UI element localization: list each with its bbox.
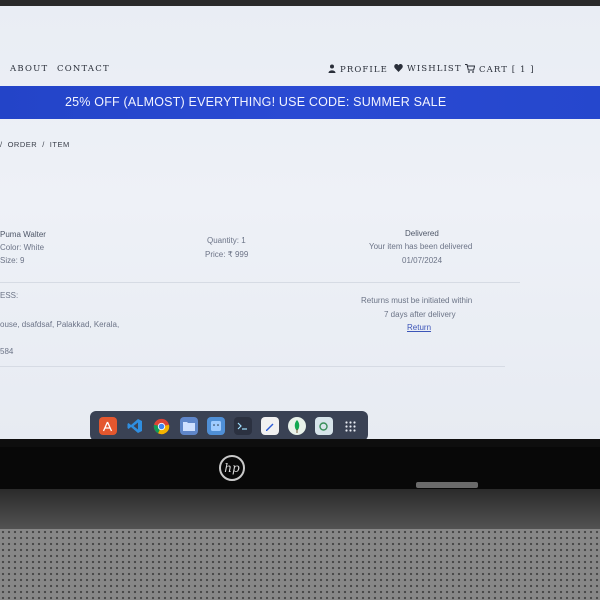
nav-cart-link[interactable]: CART [ 1 ] (465, 64, 535, 75)
screen-bottom-edge (0, 439, 600, 447)
return-link[interactable]: Return (407, 323, 431, 332)
breadcrumb-item: ITEM (49, 140, 70, 149)
chrome-icon[interactable] (153, 417, 171, 435)
breadcrumb: / ORDER / ITEM (0, 140, 70, 149)
user-icon (328, 64, 336, 75)
item-size: Size: 9 (0, 256, 25, 265)
return-policy-line1: Returns must be initiated within (361, 296, 473, 305)
finder-icon[interactable] (206, 417, 225, 435)
address-text: ouse, dsafdsaf, Palakkad, Kerala, (0, 320, 120, 329)
files-icon[interactable] (179, 417, 198, 435)
speaker-grille (0, 529, 600, 600)
heart-icon (394, 64, 403, 74)
delivered-date: 01/07/2024 (402, 256, 443, 265)
return-policy-line2: 7 days after delivery (384, 310, 456, 319)
item-name: Puma Walter (0, 230, 46, 239)
terminal-icon[interactable] (233, 417, 252, 435)
nav-wishlist-link[interactable]: WISHLIST (394, 64, 462, 74)
address-pin: 584 (0, 347, 14, 356)
promo-banner: 25% OFF (ALMOST) EVERYTHING! USE CODE: S… (0, 86, 600, 119)
app-store-icon[interactable] (98, 417, 117, 435)
section-divider (0, 282, 520, 283)
cart-icon (465, 64, 476, 75)
laptop-deck (0, 489, 600, 529)
nav-profile-label: PROFILE (340, 64, 388, 75)
section-divider (0, 366, 505, 367)
recycle-icon[interactable] (314, 417, 333, 435)
nav-cart-label: CART [ 1 ] (479, 64, 535, 75)
vscode-icon[interactable] (126, 417, 144, 435)
browser-viewport: ABOUT CONTACT PROFILE WISHLIST CART [ 1 … (0, 6, 600, 439)
app-grid-icon[interactable] (342, 417, 360, 435)
item-price: Price: ₹ 999 (205, 250, 249, 259)
nav-profile-link[interactable]: PROFILE (328, 64, 388, 75)
laptop-bezel (0, 447, 600, 489)
breadcrumb-separator: / (0, 140, 3, 149)
item-quantity: Quantity: 1 (207, 236, 246, 245)
nav-wishlist-label: WISHLIST (407, 64, 462, 74)
nav-contact-link[interactable]: CONTACT (57, 64, 110, 74)
item-color: Color: White (0, 243, 45, 252)
address-label: ESS: (0, 291, 19, 300)
breadcrumb-separator: / (42, 140, 45, 149)
laptop-hinge (416, 482, 478, 488)
order-status: Delivered (405, 229, 439, 238)
breadcrumb-order-link[interactable]: ORDER (8, 140, 38, 149)
order-status-message: Your item has been delivered (369, 242, 473, 251)
promo-banner-text: 25% OFF (ALMOST) EVERYTHING! USE CODE: S… (65, 95, 447, 109)
nav-about-link[interactable]: ABOUT (10, 64, 48, 74)
notes-icon[interactable] (260, 417, 279, 435)
mongodb-icon[interactable] (287, 417, 306, 435)
hp-logo: hp (219, 455, 245, 481)
taskbar-dock (90, 411, 368, 439)
top-nav: ABOUT CONTACT PROFILE WISHLIST CART [ 1 … (0, 64, 600, 84)
